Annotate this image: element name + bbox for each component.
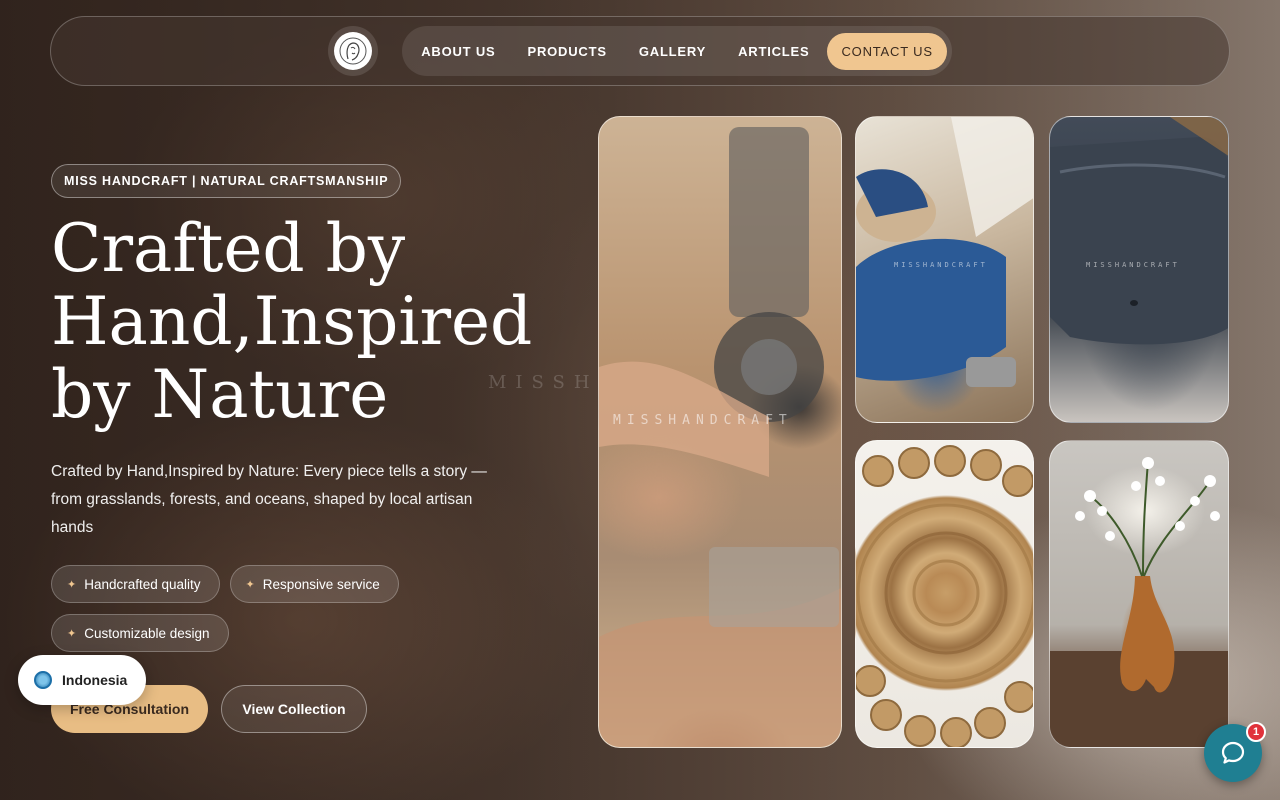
brand-logo[interactable] bbox=[328, 26, 379, 76]
gallery-image-bathtub[interactable]: MISSHANDCRAFT bbox=[1049, 116, 1229, 423]
top-navbar: ABOUT US PRODUCTS GALLERY ARTICLES CONTA… bbox=[50, 16, 1230, 86]
nav-contact-us[interactable]: CONTACT US bbox=[827, 32, 947, 70]
view-collection-button[interactable]: View Collection bbox=[221, 685, 367, 733]
feature-chip-handcrafted: ✦ Handcrafted quality bbox=[51, 565, 220, 603]
jute-rug-illustration bbox=[856, 445, 1033, 747]
feature-label: Responsive service bbox=[262, 576, 380, 592]
headline-line-2: Hand,Inspired bbox=[51, 283, 533, 360]
gallery-image-sewing[interactable]: MISSHANDCRAFT bbox=[598, 116, 842, 748]
chat-widget-button[interactable]: 1 bbox=[1204, 722, 1266, 782]
craftsman-illustration bbox=[856, 117, 1033, 387]
main-menu: ABOUT US PRODUCTS GALLERY ARTICLES CONTA… bbox=[402, 26, 952, 76]
hero-tagline-badge: MISS HANDCRAFT | NATURAL CRAFTSMANSHIP bbox=[51, 164, 402, 198]
gallery-image-vase[interactable] bbox=[1049, 440, 1229, 748]
bathtub-illustration bbox=[1050, 117, 1228, 345]
chat-bubble-icon bbox=[1221, 741, 1245, 764]
language-label: Indonesia bbox=[62, 672, 128, 688]
globe-icon bbox=[34, 671, 52, 689]
hero-headline: Crafted by Hand,Inspired by Nature bbox=[51, 212, 591, 431]
image-watermark: MISSHANDCRAFT bbox=[613, 413, 793, 428]
language-selector[interactable]: Indonesia bbox=[18, 655, 146, 705]
nav-gallery[interactable]: GALLERY bbox=[625, 33, 720, 70]
nav-articles[interactable]: ARTICLES bbox=[724, 33, 823, 70]
gallery-image-jute-rug[interactable] bbox=[855, 440, 1034, 748]
nav-products[interactable]: PRODUCTS bbox=[513, 33, 620, 70]
sparkle-icon: ✦ bbox=[67, 627, 77, 640]
feature-chips: ✦ Handcrafted quality ✦ Responsive servi… bbox=[51, 565, 411, 652]
feature-chip-responsive: ✦ Responsive service bbox=[229, 565, 399, 603]
sparkle-icon: ✦ bbox=[67, 578, 77, 591]
gallery-image-craftsman[interactable]: MISSHANDCRAFT bbox=[855, 116, 1034, 423]
image-watermark: MISSHANDCRAFT bbox=[894, 261, 988, 269]
feature-chip-customizable: ✦ Customizable design bbox=[51, 614, 229, 652]
chat-notification-badge: 1 bbox=[1246, 722, 1266, 742]
headline-line-3: by Nature bbox=[51, 356, 389, 433]
feature-label: Handcrafted quality bbox=[84, 576, 201, 592]
sparkle-icon: ✦ bbox=[245, 578, 255, 591]
hero-description: Crafted by Hand,Inspired by Nature: Ever… bbox=[51, 463, 487, 536]
headline-line-1: Crafted by bbox=[51, 210, 406, 287]
nav-about-us[interactable]: ABOUT US bbox=[407, 33, 509, 70]
sewing-machine-illustration bbox=[599, 127, 841, 747]
image-watermark: MISSHANDCRAFT bbox=[1086, 261, 1180, 269]
feature-label: Customizable design bbox=[84, 625, 210, 641]
woman-portrait-logo-icon bbox=[334, 32, 373, 70]
vase-flowers-illustration bbox=[1050, 457, 1228, 747]
